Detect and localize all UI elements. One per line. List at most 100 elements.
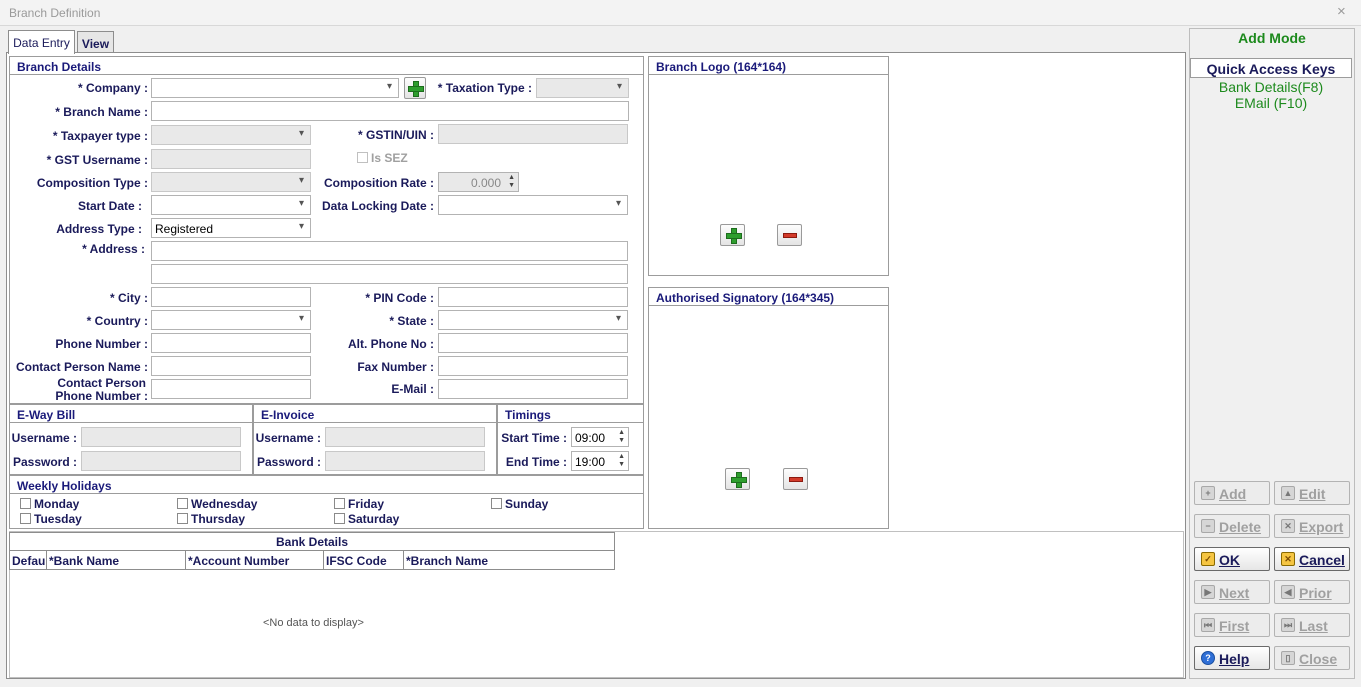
thursday-label: Thursday: [191, 512, 246, 526]
contact-person-phone-input[interactable]: [151, 379, 311, 399]
next-button[interactable]: ▶ Next: [1194, 580, 1270, 604]
gstin-label: * GSTIN/UIN :: [357, 128, 434, 142]
branch-logo-header: Branch Logo (164*164): [649, 57, 888, 75]
eway-password-input[interactable]: [81, 451, 241, 471]
add-company-button[interactable]: [404, 77, 426, 99]
column-ifsc-code[interactable]: IFSC Code: [324, 551, 404, 569]
branch-details-header: Branch Details: [10, 57, 643, 75]
saturday-checkbox[interactable]: [334, 513, 345, 524]
einvoice-password-input[interactable]: [325, 451, 485, 471]
remove-signatory-button[interactable]: [783, 468, 808, 490]
close-button[interactable]: ▯ Close: [1274, 646, 1350, 670]
company-dropdown[interactable]: [151, 78, 399, 98]
edit-icon: ▲: [1281, 486, 1295, 500]
contact-person-name-input[interactable]: [151, 356, 311, 376]
column-default[interactable]: Defau: [10, 551, 47, 569]
remove-logo-button[interactable]: [777, 224, 802, 246]
state-dropdown[interactable]: [438, 310, 628, 330]
export-button[interactable]: ✕ Export: [1274, 514, 1350, 538]
spinner-arrows-icon[interactable]: ▲ ▼: [618, 453, 625, 469]
end-time-spinner[interactable]: 19:00 ▲ ▼: [571, 451, 629, 471]
export-icon: ✕: [1281, 519, 1295, 533]
plus-icon: [726, 228, 742, 244]
add-logo-button[interactable]: [720, 224, 745, 246]
sunday-label: Sunday: [505, 497, 549, 511]
friday-label: Friday: [348, 497, 385, 511]
eway-username-input[interactable]: [81, 427, 241, 447]
prior-button[interactable]: ◀ Prior: [1274, 580, 1350, 604]
fax-number-input[interactable]: [438, 356, 628, 376]
address-type-dropdown[interactable]: Registered: [151, 218, 311, 238]
quick-key-bank-details[interactable]: Bank Details(F8): [1190, 79, 1352, 95]
timings-header: Timings: [498, 405, 643, 423]
address-type-value: Registered: [155, 222, 214, 236]
gst-username-label: * GST Username :: [46, 153, 148, 167]
email-input[interactable]: [438, 379, 628, 399]
saturday-label: Saturday: [348, 512, 400, 526]
quick-key-email[interactable]: EMail (F10): [1190, 95, 1352, 111]
mode-indicator: Add Mode: [1238, 30, 1306, 46]
eway-password-label: Password :: [12, 455, 77, 469]
phone-number-input[interactable]: [151, 333, 311, 353]
taxation-type-dropdown[interactable]: [536, 78, 629, 98]
sunday-checkbox[interactable]: [491, 498, 502, 509]
address-line-1-input[interactable]: [151, 241, 628, 261]
start-time-spinner[interactable]: 09:00 ▲ ▼: [571, 427, 629, 447]
wednesday-checkbox[interactable]: [177, 498, 188, 509]
column-account-number[interactable]: *Account Number: [186, 551, 324, 569]
quick-access-keys-header: Quick Access Keys: [1190, 58, 1352, 78]
title-bar: Branch Definition ×: [0, 0, 1361, 26]
plus-icon: +: [1201, 486, 1215, 500]
alt-phone-input[interactable]: [438, 333, 628, 353]
edit-button[interactable]: ▲ Edit: [1274, 481, 1350, 505]
phone-number-label: Phone Number :: [55, 337, 148, 351]
composition-rate-spinner[interactable]: 0.000 ▲ ▼: [438, 172, 519, 192]
taxation-type-label: * Taxation Type :: [437, 81, 532, 95]
data-locking-date-picker[interactable]: [438, 195, 628, 215]
pin-code-input[interactable]: [438, 287, 628, 307]
taxpayer-type-dropdown[interactable]: [151, 125, 311, 145]
spinner-arrows-icon[interactable]: ▲ ▼: [618, 429, 625, 445]
prior-icon: ◀: [1281, 585, 1295, 599]
add-button[interactable]: + Add: [1194, 481, 1270, 505]
cancel-button[interactable]: ✕ Cancel: [1274, 547, 1350, 571]
branch-name-input[interactable]: [151, 101, 629, 121]
gst-username-input[interactable]: [151, 149, 311, 169]
column-bank-name[interactable]: *Bank Name: [47, 551, 186, 569]
tab-view[interactable]: View: [77, 31, 114, 52]
gstin-input[interactable]: [438, 124, 628, 144]
composition-rate-label: Composition Rate :: [324, 176, 434, 190]
address-line-2-input[interactable]: [151, 264, 628, 284]
country-dropdown[interactable]: [151, 310, 311, 330]
first-button[interactable]: ⏮ First: [1194, 613, 1270, 637]
ok-button[interactable]: ✓ OK: [1194, 547, 1270, 571]
monday-checkbox[interactable]: [20, 498, 31, 509]
city-input[interactable]: [151, 287, 311, 307]
alt-phone-label: Alt. Phone No :: [348, 337, 434, 351]
einvoice-username-input[interactable]: [325, 427, 485, 447]
signatory-section: Authorised Signatory (164*345): [648, 287, 889, 529]
help-button[interactable]: ? Help: [1194, 646, 1270, 670]
thursday-checkbox[interactable]: [177, 513, 188, 524]
cancel-icon: ✕: [1281, 552, 1295, 566]
friday-checkbox[interactable]: [334, 498, 345, 509]
is-sez-checkbox[interactable]: [357, 152, 368, 163]
first-icon: ⏮: [1201, 618, 1215, 632]
signatory-header: Authorised Signatory (164*345): [649, 288, 888, 306]
composition-type-dropdown[interactable]: [151, 172, 311, 192]
column-branch-name[interactable]: *Branch Name: [404, 551, 615, 569]
tab-data-entry[interactable]: Data Entry: [8, 30, 75, 54]
add-signatory-button[interactable]: [725, 468, 750, 490]
start-date-picker[interactable]: [151, 195, 311, 215]
weekly-holidays-header: Weekly Holidays: [10, 476, 643, 494]
company-label: * Company :: [77, 81, 148, 95]
composition-type-label: Composition Type :: [36, 176, 148, 190]
spinner-arrows-icon[interactable]: ▲ ▼: [508, 174, 515, 190]
tuesday-checkbox[interactable]: [20, 513, 31, 524]
close-icon[interactable]: ×: [1337, 3, 1346, 20]
monday-label: Monday: [34, 497, 80, 511]
bank-details-header: Bank Details: [9, 532, 615, 551]
city-label: * City :: [109, 291, 148, 305]
delete-button[interactable]: − Delete: [1194, 514, 1270, 538]
last-button[interactable]: ⏭ Last: [1274, 613, 1350, 637]
